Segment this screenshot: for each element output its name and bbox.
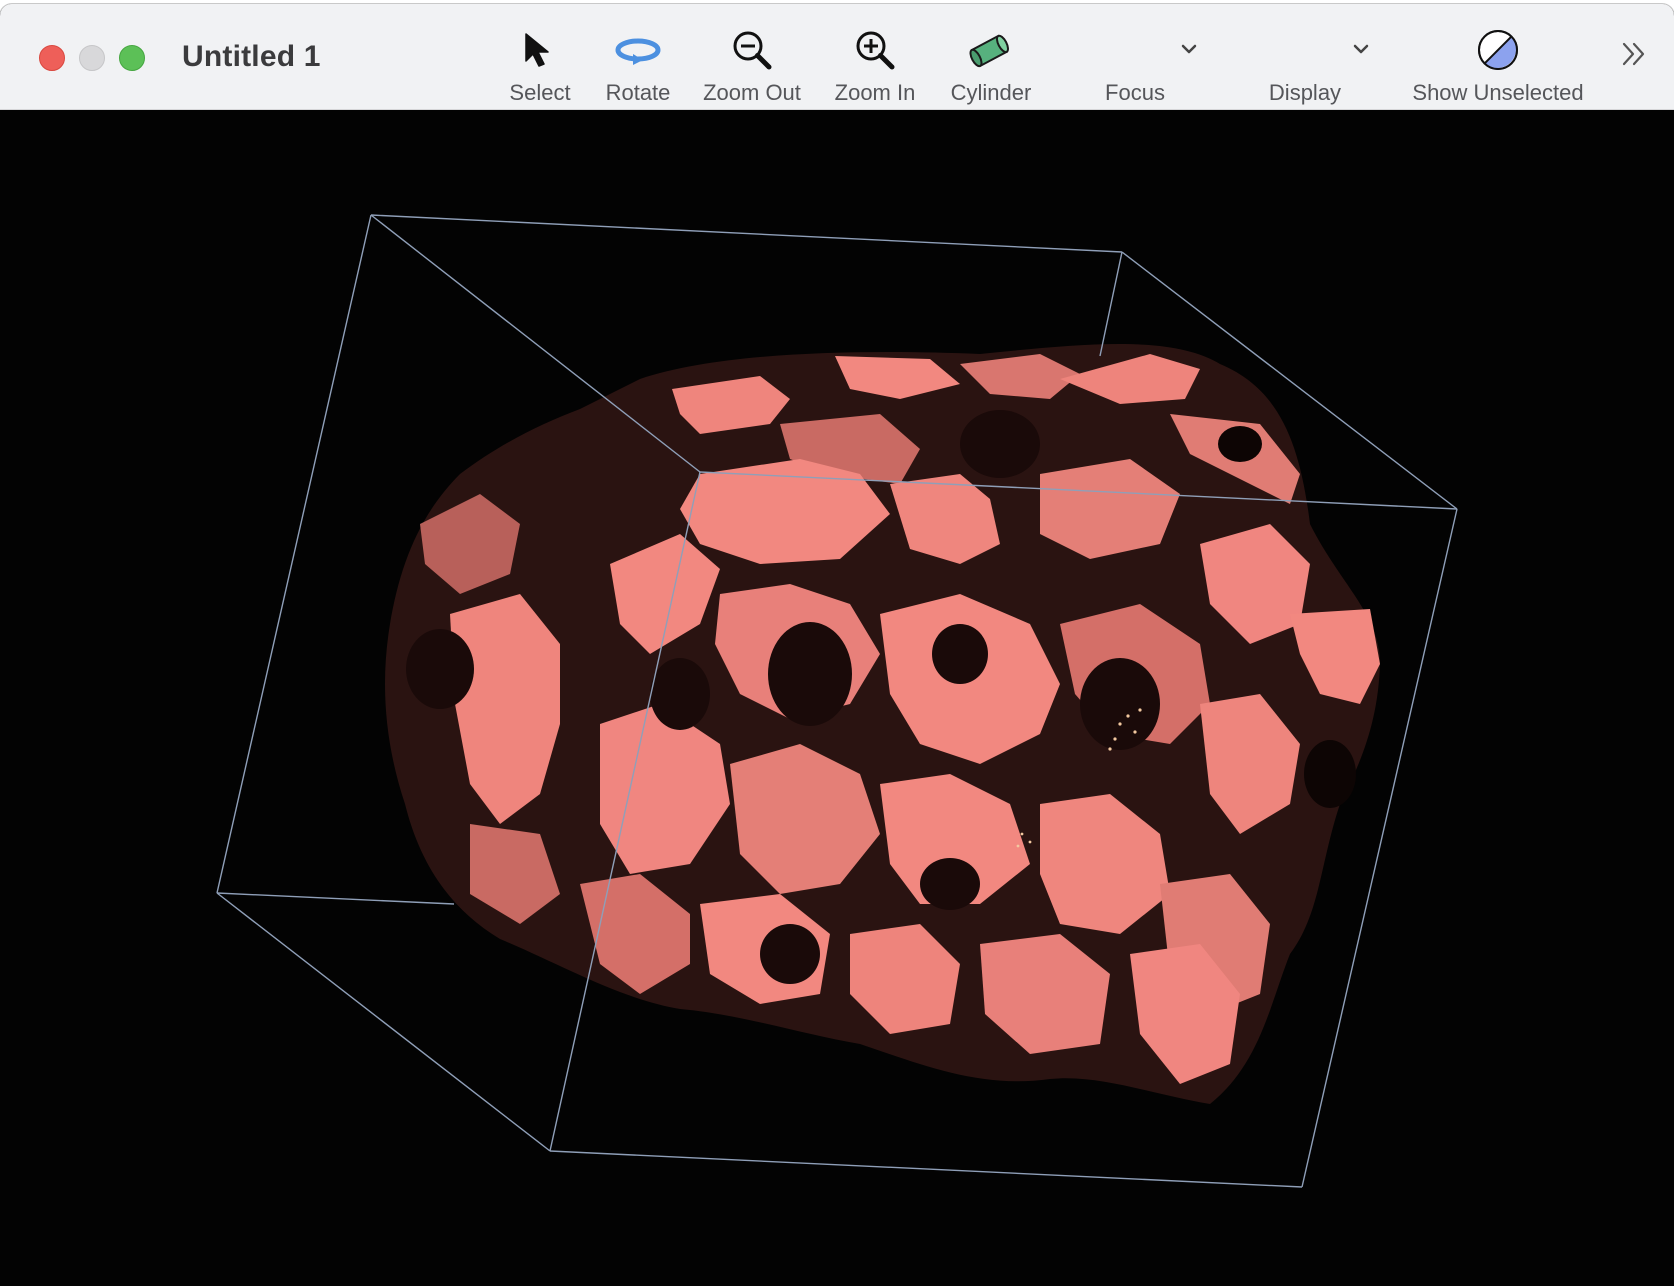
- zoom-out-tool-label: Zoom Out: [703, 80, 801, 105]
- zoom-in-tool-button[interactable]: Zoom In: [826, 26, 924, 106]
- half-circle-icon: [1476, 26, 1520, 74]
- mesh-surface[interactable]: [385, 344, 1380, 1104]
- window-title: Untitled 1: [182, 40, 321, 73]
- focus-menu-button[interactable]: Focus: [1098, 26, 1172, 106]
- show-unselected-button[interactable]: Show Unselected: [1404, 26, 1592, 106]
- rotate-tool-label: Rotate: [605, 80, 671, 105]
- rotate-icon: [613, 26, 663, 74]
- zoom-window-button[interactable]: [119, 45, 145, 71]
- zoom-in-icon: [853, 26, 897, 74]
- rotate-tool-button[interactable]: Rotate: [596, 26, 680, 106]
- show-unselected-label: Show Unselected: [1412, 80, 1584, 105]
- 3d-viewport[interactable]: [0, 110, 1674, 1286]
- cylinder-tool-label: Cylinder: [950, 80, 1032, 105]
- app-window: Untitled 1 Select Rotate Zoom Out Zoom I…: [0, 4, 1674, 1286]
- display-menu-label: Display: [1268, 80, 1342, 105]
- display-chevron-down-icon[interactable]: [1352, 42, 1370, 61]
- zoom-out-tool-button[interactable]: Zoom Out: [698, 26, 806, 106]
- close-window-button[interactable]: [39, 45, 65, 71]
- select-tool-button[interactable]: Select: [500, 26, 580, 106]
- focus-menu-label: Focus: [1105, 80, 1165, 105]
- cylinder-tool-button[interactable]: Cylinder: [944, 26, 1038, 106]
- display-menu-button[interactable]: Display: [1262, 26, 1348, 106]
- zoom-in-tool-label: Zoom In: [834, 80, 916, 105]
- arrow-cursor-icon: [522, 26, 558, 74]
- focus-chevron-down-icon[interactable]: [1180, 42, 1198, 61]
- select-tool-label: Select: [509, 80, 571, 105]
- cylinder-icon: [968, 26, 1014, 74]
- title-toolbar: Untitled 1 Select Rotate Zoom Out Zoom I…: [0, 4, 1674, 110]
- double-chevron-right-icon[interactable]: [1618, 38, 1650, 70]
- minimize-window-button[interactable]: [79, 45, 105, 71]
- zoom-out-icon: [730, 26, 774, 74]
